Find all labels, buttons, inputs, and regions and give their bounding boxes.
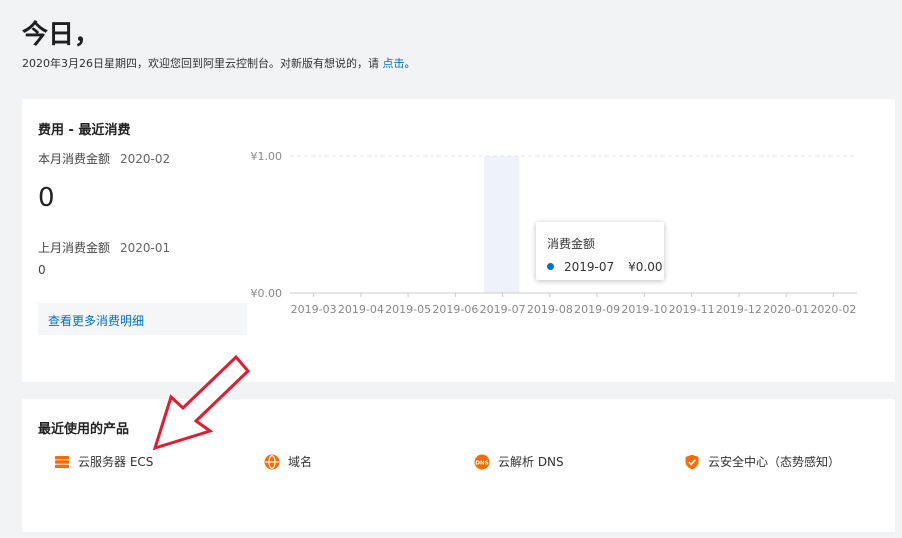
recent-products-card: 最近使用的产品 云服务器 ECS 域名 DNS 云解析 DNS 云安全中心（态势… (22, 399, 895, 532)
product-label: 云安全中心（态势感知） (708, 455, 841, 469)
hover-highlight-band (484, 156, 520, 293)
security-shield-icon (685, 454, 699, 469)
x-tick-label: 2019-07 (480, 303, 526, 316)
tooltip-series-dot (547, 263, 554, 270)
x-tick-label: 2019-08 (527, 303, 573, 316)
ecs-server-icon (55, 455, 69, 468)
x-tick-label: 2019-11 (669, 303, 715, 316)
svg-text:DNS: DNS (475, 460, 488, 466)
x-tick-label: 2019-12 (716, 303, 762, 316)
chart-tooltip: 消费金额 2019-07 ¥0.00 (536, 222, 664, 280)
tooltip-value: ¥0.00 (628, 260, 663, 274)
tooltip-title: 消费金额 (547, 237, 596, 251)
product-domain[interactable]: 域名 (264, 453, 312, 470)
y-tick-label: ¥0.00 (251, 287, 283, 300)
x-tick-label: 2019-10 (621, 303, 667, 316)
product-label: 云解析 DNS (498, 455, 564, 469)
products-card-title: 最近使用的产品 (38, 422, 130, 437)
product-label: 云服务器 ECS (78, 455, 154, 469)
x-tick-label: 2020-01 (763, 303, 809, 316)
x-tick-label: 2019-09 (574, 303, 620, 316)
dns-icon: DNS (474, 454, 490, 469)
x-tick-label: 2019-05 (385, 303, 431, 316)
product-ecs[interactable]: 云服务器 ECS (54, 453, 153, 470)
tooltip-row: 2019-07 ¥0.00 (547, 260, 663, 274)
product-security-center[interactable]: 云安全中心（态势感知） (684, 453, 840, 470)
x-tick-label: 2019-06 (432, 303, 478, 316)
x-tick-label: 2020-02 (810, 303, 856, 316)
product-dns[interactable]: DNS 云解析 DNS (474, 453, 564, 470)
x-tick-label: 2019-04 (338, 303, 384, 316)
y-tick-label: ¥1.00 (251, 150, 283, 163)
domain-globe-icon (264, 454, 280, 469)
tooltip-category: 2019-07 (564, 260, 615, 274)
x-tick-label: 2019-03 (291, 303, 337, 316)
product-label: 域名 (288, 455, 313, 469)
